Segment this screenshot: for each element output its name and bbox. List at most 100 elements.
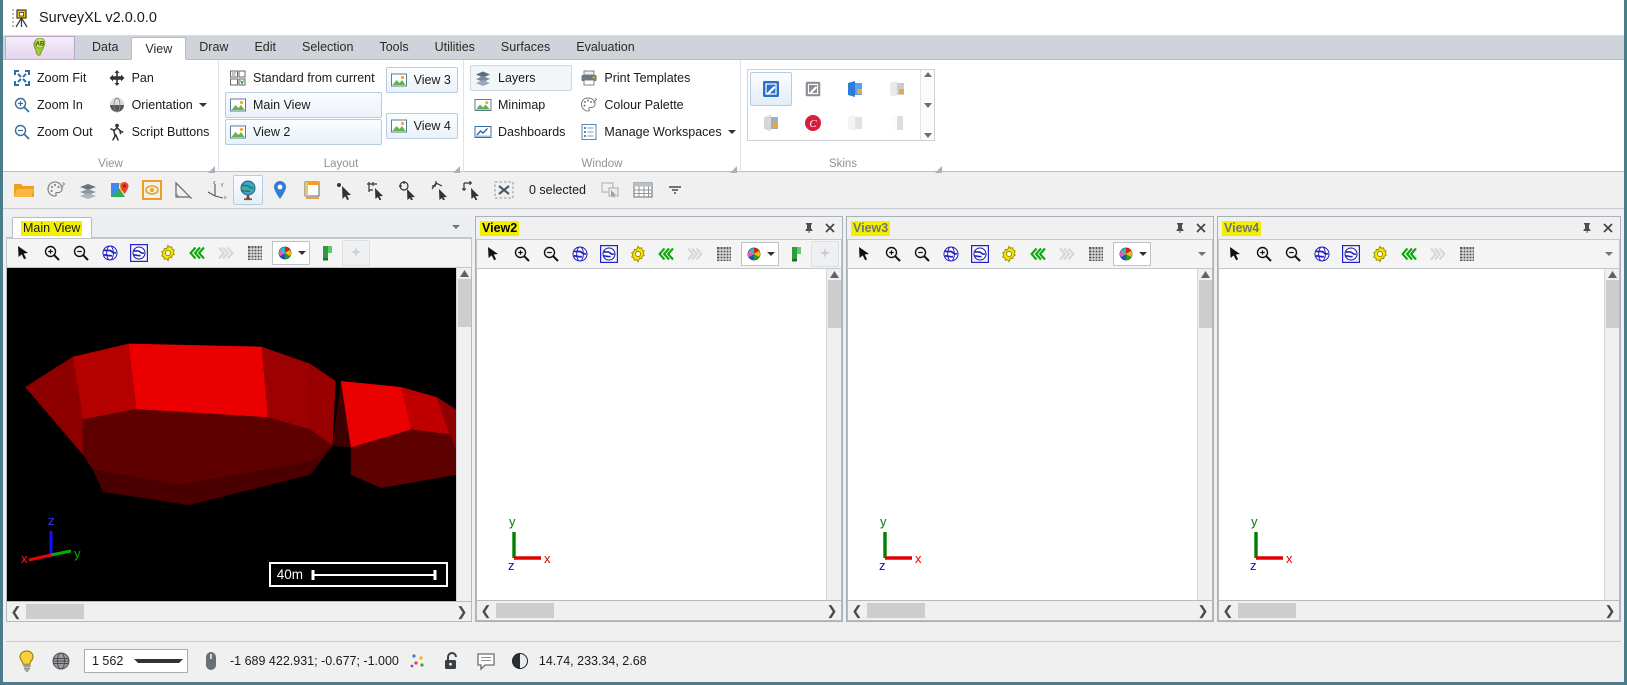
tab-view[interactable]: View	[131, 37, 186, 60]
view4-vertical-scrollbar[interactable]	[1604, 269, 1619, 600]
view4-horizontal-scrollbar[interactable]: ❮ ❯	[1218, 601, 1620, 621]
axes-tool-icon[interactable]: zxy	[201, 175, 231, 205]
scroll-thumb[interactable]	[26, 604, 84, 619]
globe-blue-icon[interactable]	[566, 241, 594, 267]
tab-surfaces[interactable]: Surfaces	[488, 36, 563, 59]
globe-blue-icon[interactable]	[96, 240, 124, 266]
scroll-right-arrow-icon[interactable]: ❯	[454, 603, 470, 621]
toolbar-overflow-icon[interactable]	[660, 175, 690, 205]
main-view-horizontal-scrollbar[interactable]: ❮ ❯	[6, 602, 472, 622]
scroll-right-arrow-icon[interactable]: ❯	[1195, 602, 1211, 620]
settings-gear-icon[interactable]	[995, 241, 1023, 267]
colour-scheme-combo[interactable]	[741, 242, 779, 266]
gallery-expand-arrow-icon[interactable]	[924, 133, 932, 138]
view2-vertical-scrollbar[interactable]	[826, 269, 841, 600]
rewind-green-icon[interactable]	[183, 240, 211, 266]
pin-icon[interactable]	[801, 220, 817, 236]
grid-icon[interactable]	[1082, 241, 1110, 267]
wireframe-globe-icon[interactable]	[46, 646, 76, 676]
view3-vertical-scrollbar[interactable]	[1197, 269, 1212, 600]
zoom-out-icon[interactable]	[67, 240, 95, 266]
pointer-tool-icon[interactable]	[9, 240, 37, 266]
google-maps-icon[interactable]	[105, 175, 135, 205]
snap-points-icon[interactable]	[403, 646, 433, 676]
zoom-in-icon[interactable]	[38, 240, 66, 266]
palette-tool-icon[interactable]	[41, 175, 71, 205]
zoom-out-icon[interactable]	[1279, 241, 1307, 267]
scroll-thumb[interactable]	[1606, 280, 1619, 328]
colour-scheme-combo[interactable]	[1113, 242, 1151, 266]
view-4-button[interactable]: View 4	[386, 113, 458, 139]
scroll-right-arrow-icon[interactable]: ❯	[824, 602, 840, 620]
table-view-icon[interactable]	[628, 175, 658, 205]
view4-canvas[interactable]: y x z	[1219, 269, 1604, 600]
skin-grey-office[interactable]	[792, 72, 834, 106]
orbit-tool-icon[interactable]	[137, 175, 167, 205]
zoom-in-icon[interactable]	[1250, 241, 1278, 267]
scroll-left-arrow-icon[interactable]: ❮	[8, 603, 24, 621]
open-folder-icon[interactable]	[9, 175, 39, 205]
skin-office-blue-book[interactable]	[834, 72, 876, 106]
close-icon[interactable]	[822, 220, 838, 236]
tab-draw[interactable]: Draw	[186, 36, 241, 59]
grid-icon[interactable]	[241, 240, 269, 266]
point-select-icon[interactable]	[329, 175, 359, 205]
view2-canvas[interactable]: y x z	[477, 269, 826, 600]
main-view-button[interactable]: Main View	[225, 92, 382, 118]
zoom-in-button[interactable]: Zoom In	[9, 92, 100, 118]
globe-blue-framed-icon[interactable]	[125, 240, 153, 266]
manage-workspaces-button[interactable]: Manage Workspaces	[576, 119, 742, 145]
rewind-green-icon[interactable]	[1395, 241, 1423, 267]
main-view-tab[interactable]: Main View	[12, 217, 92, 238]
print-templates-button[interactable]: Print Templates	[576, 65, 742, 91]
settings-gear-icon[interactable]	[154, 240, 182, 266]
settings-gear-icon[interactable]	[1366, 241, 1394, 267]
skin-office-light-1[interactable]	[834, 106, 876, 140]
scale-combo[interactable]: 1 562	[84, 649, 188, 673]
skins-scrollbar[interactable]	[920, 70, 934, 140]
globe-blue-icon[interactable]	[937, 241, 965, 267]
standard-from-current-button[interactable]: Standard from current	[225, 65, 382, 91]
shaded-sphere-icon[interactable]	[505, 646, 535, 676]
chevron-down-icon[interactable]	[199, 103, 207, 107]
scroll-down-arrow-icon[interactable]	[924, 103, 932, 108]
dashboards-button[interactable]: Dashboards	[470, 119, 572, 145]
zoom-fit-button[interactable]: Zoom Fit	[9, 65, 100, 91]
pan-button[interactable]: Pan	[104, 65, 217, 91]
scroll-thumb[interactable]	[1238, 603, 1296, 618]
map-pin-icon[interactable]	[265, 175, 295, 205]
zoom-out-icon[interactable]	[908, 241, 936, 267]
view3-horizontal-scrollbar[interactable]: ❮ ❯	[847, 601, 1213, 621]
lightbulb-icon[interactable]	[12, 646, 42, 676]
globe-icon[interactable]	[233, 175, 263, 205]
view3-canvas[interactable]: y x z	[848, 269, 1197, 600]
zoom-out-button[interactable]: Zoom Out	[9, 119, 100, 145]
view-group-dialog-launcher-icon[interactable]	[208, 162, 215, 169]
view-3-button[interactable]: View 3	[386, 67, 458, 93]
scroll-thumb[interactable]	[458, 279, 471, 327]
layers-tool-icon[interactable]	[73, 175, 103, 205]
scroll-left-arrow-icon[interactable]: ❮	[1220, 602, 1236, 620]
angle-measure-icon[interactable]	[169, 175, 199, 205]
unlocked-padlock-icon[interactable]	[437, 646, 467, 676]
globe-blue-icon[interactable]	[1308, 241, 1336, 267]
copy-selection-icon[interactable]	[596, 175, 626, 205]
tab-tools[interactable]: Tools	[366, 36, 421, 59]
skin-blue-office[interactable]	[750, 72, 792, 106]
pointer-tool-icon[interactable]	[1221, 241, 1249, 267]
main-view-vertical-scrollbar[interactable]	[456, 268, 471, 601]
skins-group-dialog-launcher-icon[interactable]	[935, 162, 942, 169]
globe-blue-framed-icon[interactable]	[595, 241, 623, 267]
skin-office-light-2[interactable]	[876, 106, 918, 140]
window-group-dialog-launcher-icon[interactable]	[730, 162, 737, 169]
globe-blue-framed-icon[interactable]	[966, 241, 994, 267]
scroll-thumb[interactable]	[496, 603, 554, 618]
zoom-in-icon[interactable]	[879, 241, 907, 267]
script-buttons-button[interactable]: Script Buttons	[104, 119, 217, 145]
grid-icon[interactable]	[710, 241, 738, 267]
scroll-right-arrow-icon[interactable]: ❯	[1602, 602, 1618, 620]
settings-gear-icon[interactable]	[624, 241, 652, 267]
colour-scheme-combo[interactable]	[272, 241, 310, 265]
main-view-canvas[interactable]: z x y 40m	[7, 268, 456, 601]
pointer-tool-icon[interactable]	[850, 241, 878, 267]
